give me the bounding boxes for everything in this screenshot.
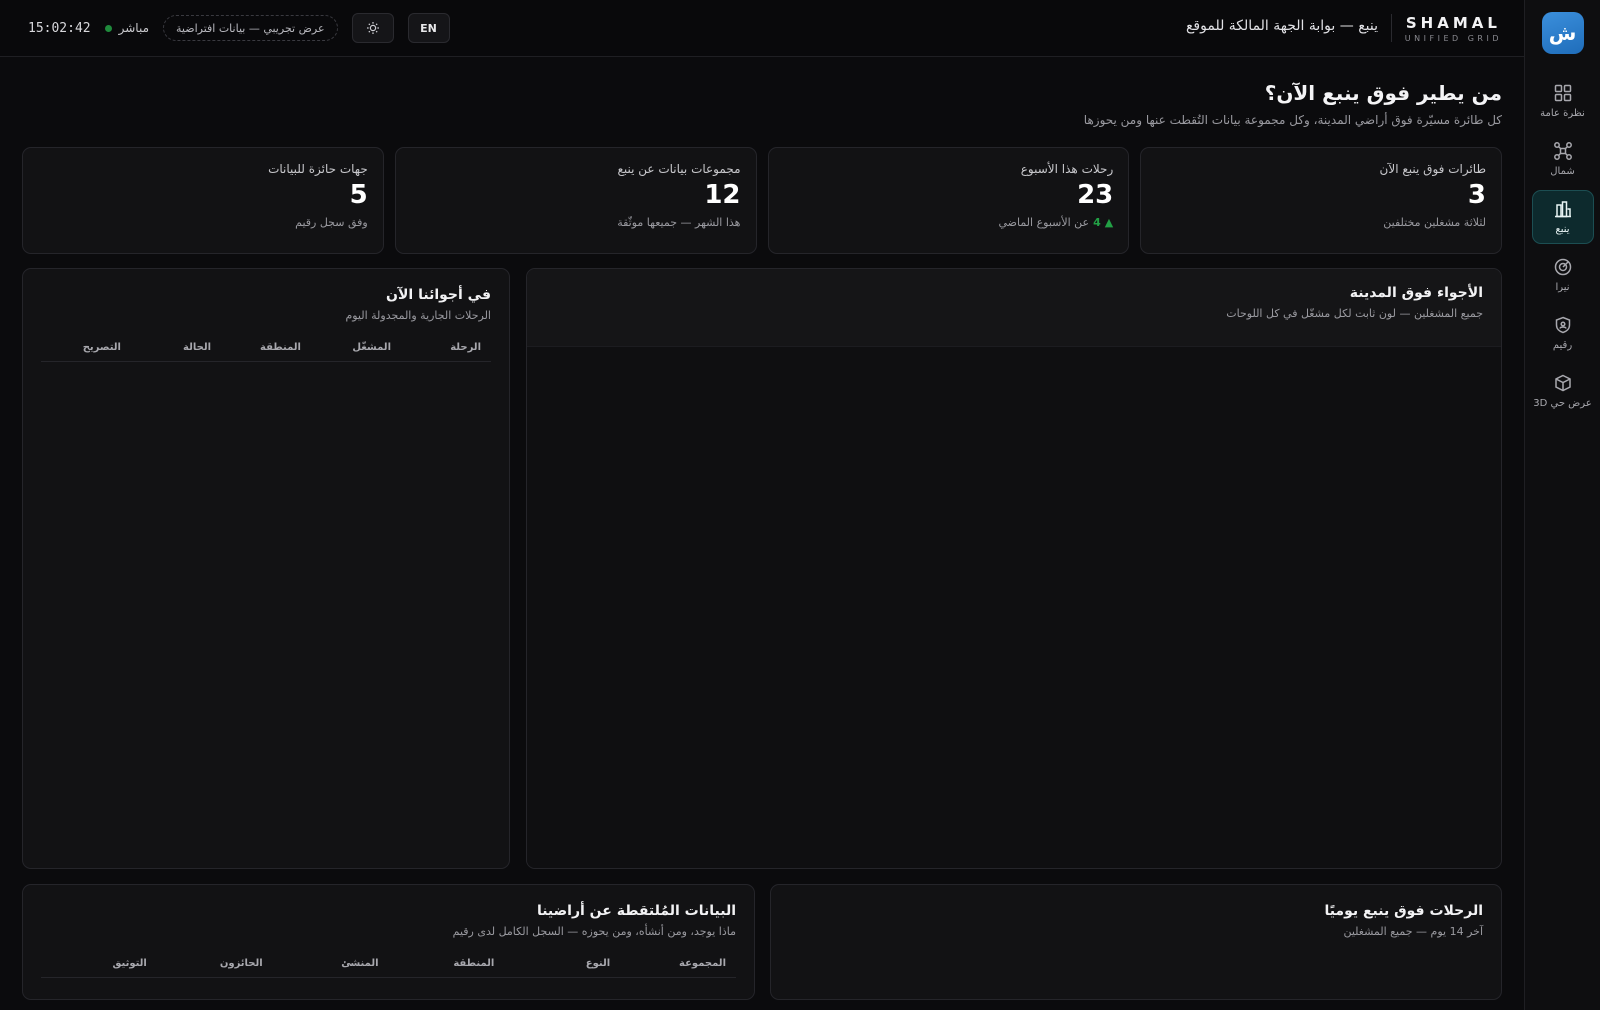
topbar: SHAMAL UNIFIED GRID ينبع — بوابة الجهة ا… <box>0 0 1524 57</box>
column-header[interactable]: المنطقة <box>221 342 311 353</box>
panel-subtitle: الرحلات الجارية والمجدولة اليوم <box>345 309 491 322</box>
column-header[interactable]: المجموعة <box>620 958 736 969</box>
sidebar-item-label: نظرة عامة <box>1540 108 1585 119</box>
sidebar-item-label: نيرا <box>1555 282 1570 293</box>
kpi-value: 5 <box>349 180 368 210</box>
portal-title: ينبع — بوابة الجهة المالكة للموقع <box>1185 18 1378 34</box>
brand-divider <box>1391 14 1392 42</box>
sidebar-item-label: رقيم <box>1552 340 1573 351</box>
kpi-card-drones-now: طائرات فوق ينبع الآن 3 لثلاثة مشغلين مخت… <box>1140 147 1502 254</box>
sidebar: ش نظرة عامة شمال ينبع نيرا رقيم عرض حي 3… <box>1524 0 1600 1010</box>
sidebar-item-yanbu[interactable]: ينبع <box>1531 190 1594 244</box>
trend-up-icon: ▲ <box>1104 216 1114 229</box>
clock: 15:02:42 <box>28 20 91 36</box>
kpi-label: جهات حائزة للبيانات <box>268 162 368 176</box>
column-header[interactable]: المشغّل <box>311 342 401 353</box>
kpi-row: طائرات فوق ينبع الآن 3 لثلاثة مشغلين مخت… <box>22 147 1502 254</box>
topbar-actions: EN عرض تجريبي — بيانات افتراضية مباشر 15… <box>22 13 450 43</box>
kpi-foot-text: عن الأسبوع الماضي <box>998 216 1090 229</box>
kpi-foot-text: هذا الشهر — جميعها موثّقة <box>617 216 741 229</box>
target-icon <box>1554 258 1571 276</box>
kpi-foot: هذا الشهر — جميعها موثّقة <box>411 216 741 229</box>
map-panel-header: الأجواء فوق المدينة جميع المشغلين — لون … <box>527 269 1501 347</box>
kpi-label: مجموعات بيانات عن ينبع <box>617 162 741 176</box>
daily-flights-panel: الرحلات فوق ينبع يوميًا آخر 14 يوم — جمي… <box>770 884 1502 1000</box>
kpi-foot: لثلاثة مشغلين مختلفين <box>1156 216 1486 229</box>
brand-name: SHAMAL <box>1405 14 1501 32</box>
theme-toggle-button[interactable] <box>351 13 394 43</box>
column-header[interactable]: الحالة <box>131 342 221 353</box>
shield-icon <box>1555 316 1570 334</box>
sun-icon <box>366 22 379 34</box>
language-toggle-button[interactable]: EN <box>407 13 450 43</box>
kpi-delta: 4 <box>1093 216 1101 229</box>
airspace-map[interactable] <box>527 347 1501 868</box>
kpi-card-flights-week: رحلات هذا الأسبوع 23 ▲ 4 عن الأسبوع الما… <box>767 147 1130 254</box>
live-dot-icon <box>104 24 112 32</box>
drone-icon <box>1553 142 1572 160</box>
kpi-card-datasets: مجموعات بيانات عن ينبع 12 هذا الشهر — جم… <box>394 147 757 254</box>
app-logo[interactable]: ش <box>1541 12 1584 54</box>
panel-subtitle: جميع المشغلين — لون ثابت لكل مشغّل في كل… <box>1226 307 1483 320</box>
kpi-foot: ▲ 4 عن الأسبوع الماضي <box>784 216 1114 229</box>
column-header[interactable]: التوثيق <box>41 958 157 969</box>
page-subtitle: كل طائرة مسيّرة فوق أراضي المدينة، وكل م… <box>1083 113 1502 127</box>
panel-title: في أجوائنا الآن <box>386 287 491 303</box>
sidebar-item-raqim[interactable]: رقيم <box>1532 306 1594 360</box>
brand: SHAMAL UNIFIED GRID <box>1405 14 1502 43</box>
brand-subtitle: UNIFIED GRID <box>1404 34 1502 43</box>
datasets-table-header: المجموعة النوع المنطقة المنشئ الحائزون ا… <box>41 958 736 978</box>
sidebar-nav: نظرة عامة شمال ينبع نيرا رقيم عرض حي 3D <box>1531 74 1594 418</box>
panel-title: البيانات المُلتقطة عن أراضينا <box>536 903 736 919</box>
sidebar-item-shamal[interactable]: شمال <box>1532 132 1594 186</box>
city-icon <box>1554 201 1571 218</box>
sidebar-item-overview[interactable]: نظرة عامة <box>1532 74 1594 128</box>
kpi-foot-text: وفق سجل رقيم <box>295 216 368 229</box>
sidebar-item-label: شمال <box>1550 166 1575 177</box>
demo-badge: عرض تجريبي — بيانات افتراضية <box>163 15 338 41</box>
kpi-value: 12 <box>704 180 741 210</box>
live-indicator: مباشر <box>104 21 150 35</box>
panel-title: الأجواء فوق المدينة <box>1349 285 1483 301</box>
captured-data-panel: البيانات المُلتقطة عن أراضينا ماذا يوجد،… <box>22 884 755 1000</box>
main-content: من يطير فوق ينبع الآن؟ كل طائرة مسيّرة ف… <box>0 57 1524 1010</box>
flights-now-panel: في أجوائنا الآن الرحلات الجارية والمجدول… <box>22 268 510 869</box>
flights-table-header: الرحلة المشغّل المنطقة الحالة التصريح <box>41 342 491 362</box>
column-header[interactable]: المنطقة <box>389 958 505 969</box>
panel-title: الرحلات فوق ينبع يوميًا <box>1324 903 1483 919</box>
panel-subtitle: ماذا يوجد، ومن أنشأه، ومن يحوزه — السجل … <box>452 925 736 938</box>
column-header[interactable]: المنشئ <box>273 958 389 969</box>
grid-icon <box>1554 84 1571 102</box>
live-label: مباشر <box>118 21 150 35</box>
kpi-card-data-holders: جهات حائزة للبيانات 5 وفق سجل رقيم <box>22 147 384 254</box>
kpi-label: رحلات هذا الأسبوع <box>1020 162 1114 176</box>
column-header[interactable]: النوع <box>504 958 620 969</box>
sidebar-item-nira[interactable]: نيرا <box>1532 248 1594 302</box>
panel-subtitle: آخر 14 يوم — جميع المشغلين <box>1343 925 1483 938</box>
cube-icon <box>1554 374 1571 392</box>
page-title: من يطير فوق ينبع الآن؟ <box>1264 81 1502 105</box>
kpi-foot-text: لثلاثة مشغلين مختلفين <box>1383 216 1486 229</box>
column-header[interactable]: الرحلة <box>401 342 491 353</box>
kpi-value: 23 <box>1077 180 1114 210</box>
column-header[interactable]: الحائزون <box>157 958 273 969</box>
airspace-map-panel: الأجواء فوق المدينة جميع المشغلين — لون … <box>526 268 1502 869</box>
kpi-foot: وفق سجل رقيم <box>38 216 368 229</box>
kpi-label: طائرات فوق ينبع الآن <box>1379 162 1486 176</box>
kpi-value: 3 <box>1467 180 1486 210</box>
sidebar-item-label: ينبع <box>1555 224 1570 235</box>
column-header[interactable]: التصريح <box>41 342 131 353</box>
sidebar-item-live-3d[interactable]: عرض حي 3D <box>1532 364 1594 418</box>
sidebar-item-label: عرض حي 3D <box>1533 398 1592 409</box>
